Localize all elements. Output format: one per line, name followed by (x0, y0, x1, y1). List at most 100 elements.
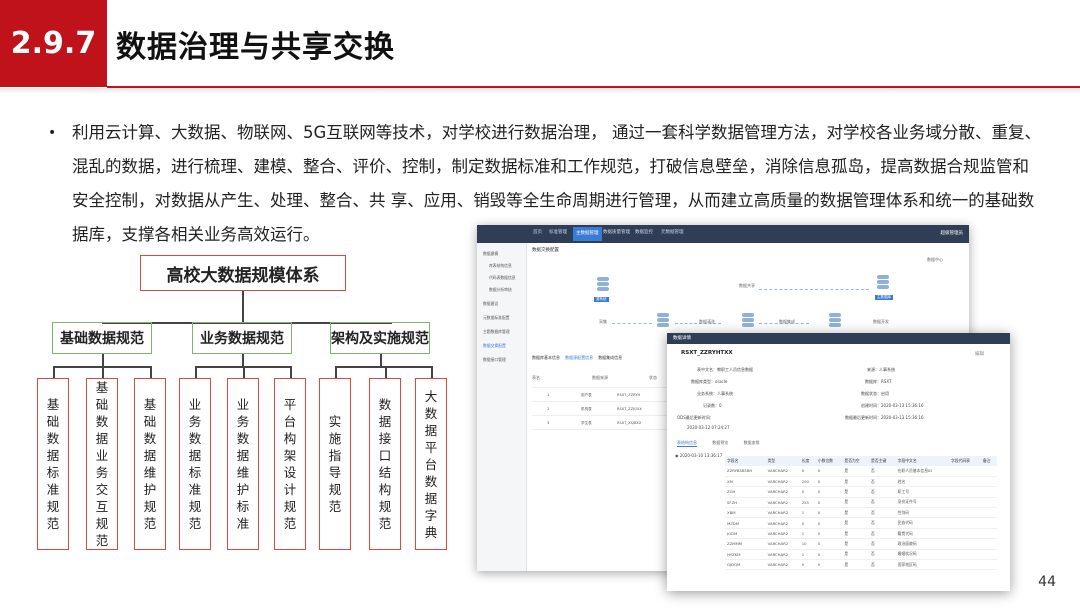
nav-tab-active[interactable]: 主数据管理 (573, 227, 602, 241)
table-cell (948, 559, 981, 571)
table-cell (948, 528, 981, 540)
lower-tab[interactable]: 数据集成信息 (598, 355, 622, 360)
table-cell: 2 (547, 407, 550, 411)
field-label: 数据最后更新时间 (845, 415, 877, 420)
section-number: 2.9.7 (10, 26, 97, 61)
table-cell: 是 (842, 528, 870, 540)
column-header: 字段代码表 (948, 456, 981, 466)
right-link[interactable]: 数据中心 (927, 257, 943, 263)
table-cell: 职工号 (895, 486, 949, 498)
column-header: 类型 (765, 456, 800, 466)
version-time[interactable]: 2020-03-10 13:36:17 (680, 453, 722, 458)
lower-tab[interactable]: 数据库基本信息 (532, 355, 560, 360)
table-row[interactable]: ZZMMM VARCHAR2 10 0 是否政治面貌码 (725, 538, 997, 550)
columns-table: 字段名 类型 长度 小数位数 是否为空 是否主键 字段中文名 字段代码表 备注 … (725, 456, 997, 571)
sidebar-item[interactable]: 代码表数据信息 (489, 275, 516, 281)
sidebar-item-active[interactable]: 数据交换配置 (483, 343, 506, 349)
table-cell: VARCHAR2 (765, 466, 800, 477)
section-number-badge: 2.9.7 (0, 0, 107, 87)
table-row[interactable]: GJDQM VARCHAR2 0 0 是否国家地区码 (725, 559, 997, 571)
table-cell (948, 538, 981, 550)
connector-line (102, 354, 104, 366)
connector-line (335, 366, 432, 368)
table-row[interactable]: HYZKM VARCHAR2 1 0 是否婚姻状况码 (725, 549, 997, 561)
timeline-dot-icon: ◉ (675, 453, 679, 458)
field-label: 创建时间 (861, 403, 877, 408)
field-label: 数据库 (865, 379, 877, 384)
table-cell: RSXT_XSJBXX (617, 421, 642, 425)
edit-button[interactable]: 编辑 (975, 351, 984, 357)
table-cell: 否 (869, 486, 896, 498)
header-shadow (0, 88, 1080, 94)
nav-tab[interactable]: 元数据管理 (661, 229, 684, 235)
table-row[interactable]: XM VARCHAR2 200 0 是否姓名 (725, 476, 997, 488)
sidebar-item[interactable]: 数据接口管理 (483, 357, 506, 363)
table-cell: VARCHAR2 (765, 538, 800, 550)
connector-line (53, 366, 55, 378)
lower-tab[interactable]: 数据源配置信息 (565, 355, 593, 360)
table-cell: 0 (815, 507, 843, 519)
nav-tab[interactable]: 首页 (533, 229, 542, 235)
database-icon (597, 277, 609, 293)
table-row[interactable]: MZDM VARCHAR2 0 0 是否民族代码 (725, 517, 997, 529)
column-header: 是否主键 (869, 456, 896, 466)
page-number: 44 (1038, 574, 1056, 590)
table-cell (980, 559, 997, 571)
column-header: 小数位数 (815, 456, 843, 466)
detail-tab[interactable]: 数据血缘 (744, 440, 760, 446)
field-label: ODS最后更新时间 (677, 415, 710, 420)
flow-label: 主数据库 (875, 295, 893, 300)
lower-tabs: 数据库基本信息 数据源配置信息 数据集成信息 (532, 355, 622, 361)
org-leaf: 大数据平台数据字典 (415, 378, 447, 550)
filter-label: 状态 (649, 375, 657, 380)
org-leaf: 基础数据维护规范 (134, 378, 166, 550)
table-cell: 机构表 (581, 407, 592, 411)
sidebar-item[interactable]: 数据建模 (483, 251, 498, 257)
table-cell: 0 (815, 486, 843, 498)
nav-tab[interactable]: 数据监控 (635, 229, 653, 235)
table-row[interactable]: JGDM VARCHAR2 1 0 是否籍贯代码 (725, 528, 997, 540)
table-cell: ZGH (725, 486, 766, 498)
table-cell: 是 (842, 476, 870, 488)
table-cell: 1 (799, 549, 816, 561)
table-cell: XBM (725, 507, 766, 519)
sidebar-item[interactable]: 库表结构信息 (489, 263, 512, 269)
table-cell: 否 (869, 507, 896, 519)
connector-line (243, 366, 245, 378)
connector-line (385, 366, 387, 378)
user-menu[interactable]: 超级管理员 (941, 230, 964, 236)
table-cell (948, 497, 981, 509)
nav-tab[interactable]: 数据质量管理 (603, 229, 630, 235)
table-cell: 是 (842, 549, 870, 561)
table-row[interactable]: XBM VARCHAR2 1 0 是否性别码 (725, 507, 997, 519)
flow-label: 数据集成 (779, 319, 795, 324)
nav-tab[interactable]: 标准管理 (549, 229, 567, 235)
org-leaf: 业务数据标准规范 (179, 378, 211, 550)
sidebar-item[interactable]: 数据分析审核 (489, 287, 512, 293)
flow-label: 数据清洗 (699, 319, 715, 324)
database-icon (877, 275, 889, 291)
column-header: 长度 (799, 456, 816, 466)
table-row[interactable]: ZZRYBSBSBH VARCHAR2 0 0 是否在职人员基本信息ID (725, 466, 997, 477)
table-row[interactable]: ZGH VARCHAR2 0 0 是否职工号 (725, 486, 997, 498)
database-icon (742, 313, 754, 329)
field-value: 启用 (881, 391, 889, 396)
breadcrumb: 数据交换配置 (532, 248, 559, 253)
detail-tab[interactable]: 数据预览 (712, 440, 728, 446)
sidebar-item[interactable]: 数据建设 (483, 301, 498, 307)
table-cell: 籍贯代码 (895, 528, 949, 540)
table-cell: 0 (799, 517, 816, 529)
connector-line (102, 366, 104, 378)
flow-label: 数据开发 (873, 319, 889, 324)
table-row[interactable]: SFZH VARCHAR2 255 0 是否身份证件号 (725, 497, 997, 509)
table-cell (980, 486, 997, 498)
sidebar-item[interactable]: 主题数据库管理 (483, 329, 510, 335)
org-chart: 高校大数据规模体系 基础数据规范 业务数据规范 架构及实施规范 基础数据标准规范… (30, 255, 470, 555)
table-cell: 是 (842, 486, 870, 498)
connector-line (150, 366, 152, 378)
table-cell (948, 476, 981, 488)
table-cell: 200 (799, 476, 816, 488)
sidebar-item[interactable]: 元数据标准配置 (483, 315, 510, 321)
table-cell: 1 (799, 528, 816, 540)
detail-tab[interactable]: 表结构信息 (677, 440, 697, 447)
